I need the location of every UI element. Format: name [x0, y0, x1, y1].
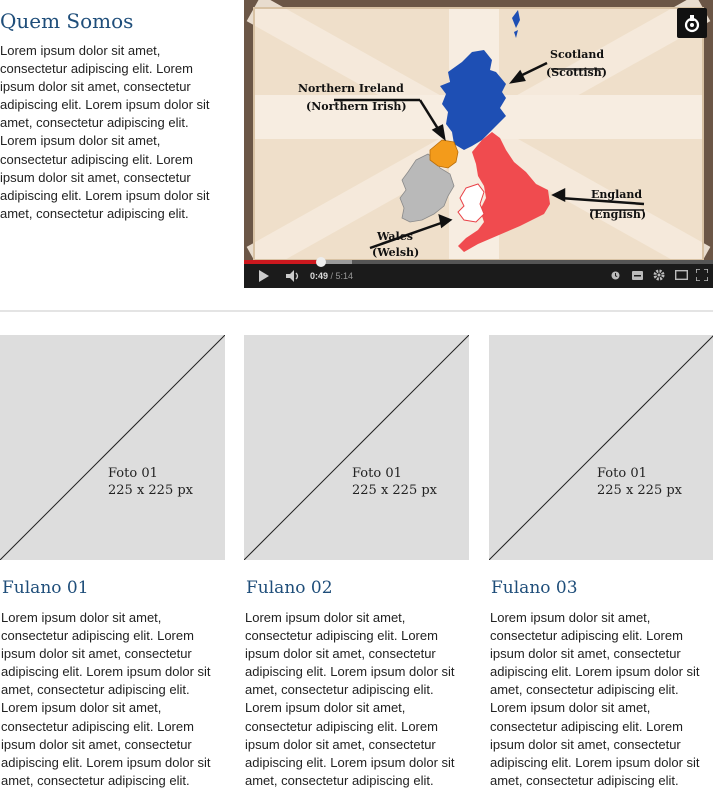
member-name: Fulano 01	[2, 578, 89, 598]
photo-caption: Foto 01 225 x 225 px	[108, 465, 193, 499]
team-member-card: Foto 01 225 x 225 px Fulano 02 Lorem ips…	[244, 335, 469, 790]
captions-icon[interactable]	[632, 271, 643, 280]
label-english: (English)	[589, 208, 646, 221]
member-bio: Lorem ipsum dolor sit amet, consectetur …	[245, 610, 455, 788]
team-member-card: Foto 01 225 x 225 px Fulano 01 Lorem ips…	[0, 335, 225, 790]
about-block: Quem Somos Lorem ipsum dolor sit amet, c…	[0, 8, 228, 223]
about-title: Quem Somos	[0, 9, 134, 33]
photo-caption: Foto 01 225 x 225 px	[352, 465, 437, 499]
channel-logo-icon[interactable]	[677, 8, 707, 38]
label-northern-ireland: Northern Ireland	[298, 82, 404, 95]
watch-later-icon[interactable]	[611, 271, 620, 280]
member-bio: Lorem ipsum dolor sit amet, consectetur …	[1, 610, 211, 788]
progress-handle[interactable]	[316, 257, 327, 267]
member-bio: Lorem ipsum dolor sit amet, consectetur …	[490, 610, 700, 788]
photo-caption-line1: Foto 01	[597, 466, 647, 481]
section-divider	[0, 310, 713, 312]
label-wales: Wales	[376, 230, 413, 243]
time-display: 0:49 / 5:14	[310, 270, 353, 282]
photo-caption-line2: 225 x 225 px	[352, 483, 438, 498]
progress-played	[244, 260, 322, 264]
video-player[interactable]: Scotland (Scottish) Northern Ireland (No…	[244, 0, 713, 288]
about-section: Quem Somos Lorem ipsum dolor sit amet, c…	[0, 0, 713, 290]
theater-icon[interactable]	[675, 270, 688, 280]
photo-placeholder: Foto 01 225 x 225 px	[244, 335, 469, 560]
label-scottish: (Scottish)	[546, 66, 607, 79]
progress-bar[interactable]	[244, 257, 713, 267]
volume-icon[interactable]	[286, 270, 302, 282]
member-name: Fulano 02	[246, 578, 333, 598]
settings-icon[interactable]	[653, 269, 665, 281]
play-icon[interactable]	[258, 270, 270, 282]
photo-placeholder: Foto 01 225 x 225 px	[0, 335, 225, 560]
member-name: Fulano 03	[491, 578, 578, 598]
video-controls: 0:49 / 5:14	[244, 257, 713, 288]
photo-caption-line2: 225 x 225 px	[597, 483, 683, 498]
about-text: Lorem ipsum dolor sit amet, consectetur …	[0, 43, 210, 221]
fullscreen-icon[interactable]	[696, 269, 708, 281]
video-frame[interactable]: Scotland (Scottish) Northern Ireland (No…	[244, 0, 713, 262]
photo-caption-line2: 225 x 225 px	[108, 483, 194, 498]
photo-caption-line1: Foto 01	[108, 466, 158, 481]
time-total: 5:14	[335, 271, 354, 281]
label-welsh: (Welsh)	[372, 246, 419, 259]
photo-caption-line1: Foto 01	[352, 466, 402, 481]
label-northern-irish: (Northern Irish)	[306, 100, 407, 113]
photo-caption: Foto 01 225 x 225 px	[597, 465, 682, 499]
team-member-card: Foto 01 225 x 225 px Fulano 03 Lorem ips…	[489, 335, 713, 790]
time-separator: /	[328, 271, 336, 281]
time-current: 0:49	[310, 271, 329, 281]
photo-placeholder: Foto 01 225 x 225 px	[489, 335, 713, 560]
label-england: England	[591, 188, 642, 201]
label-scotland: Scotland	[550, 48, 604, 61]
